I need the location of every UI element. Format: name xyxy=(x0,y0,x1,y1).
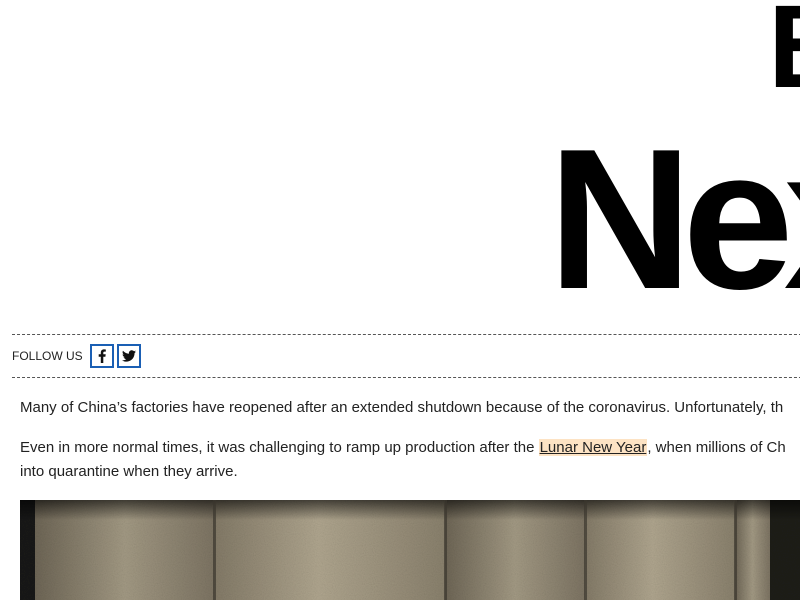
article-body: Many of China’s factories have reopened … xyxy=(20,396,800,484)
article-paragraph-2: Even in more normal times, it was challe… xyxy=(20,436,800,484)
paragraph-2-text-end: , when millions of Ch xyxy=(647,439,786,456)
hero-headline-line1: B xyxy=(768,0,800,106)
facebook-button[interactable] xyxy=(89,344,114,368)
follow-us-bar: FOLLOW US xyxy=(12,334,800,378)
follow-us-label: FOLLOW US xyxy=(12,349,83,363)
twitter-button[interactable] xyxy=(116,344,141,368)
facebook-icon xyxy=(97,349,107,363)
article-paragraph-1: Many of China’s factories have reopened … xyxy=(20,399,784,416)
article-photo xyxy=(20,500,800,600)
paragraph-2-text-start: Even in more normal times, it was challe… xyxy=(20,439,539,456)
paragraph-2-line-2: into quarantine when they arrive. xyxy=(20,463,238,480)
hero-headline-line2: Nex xyxy=(548,108,800,330)
hero-headline: B Nex xyxy=(0,0,800,330)
page: B Nex FOLLOW US Many of China’s factorie… xyxy=(0,0,800,600)
lunar-new-year-link[interactable]: Lunar New Year xyxy=(538,439,648,456)
twitter-icon xyxy=(121,350,136,362)
